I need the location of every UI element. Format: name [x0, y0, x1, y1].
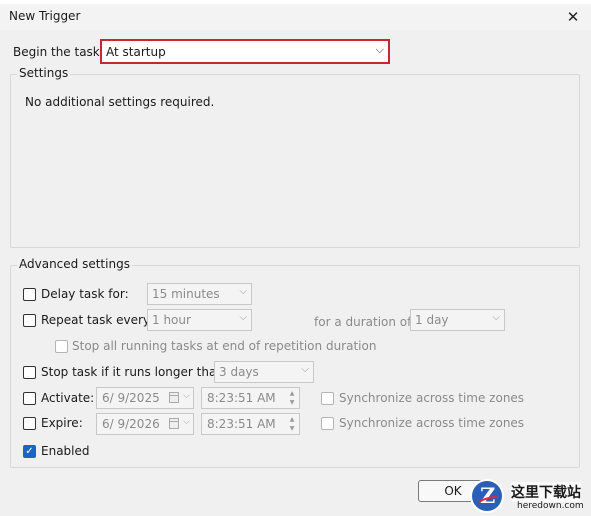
expire-checkbox[interactable]: [23, 417, 36, 430]
stop-all-checkbox[interactable]: [55, 340, 68, 353]
activate-sync-label: Synchronize across time zones: [339, 391, 525, 405]
activate-label: Activate:: [41, 391, 95, 405]
expire-date-picker[interactable]: 6/ 9/2026 ⌵: [96, 413, 194, 435]
delay-task-checkbox[interactable]: [23, 288, 36, 301]
close-icon[interactable]: ✕: [562, 7, 584, 27]
activate-date-picker[interactable]: 6/ 9/2025 ⌵: [96, 387, 194, 409]
delay-task-label: Delay task for:: [41, 287, 129, 301]
delay-task-select[interactable]: 15 minutes ⌵: [147, 283, 252, 305]
activate-sync-checkbox[interactable]: [321, 392, 334, 405]
stop-all-label: Stop all running tasks at end of repetit…: [72, 339, 377, 353]
watermark-logo-icon: Z: [472, 481, 502, 511]
activate-date-value: 6/ 9/2025: [102, 391, 160, 405]
chevron-down-icon: ⌵: [239, 312, 247, 323]
duration-select[interactable]: 1 day ⌵: [410, 309, 505, 331]
expire-time-value: 8:23:51 AM: [207, 417, 276, 431]
stop-if-longer-select[interactable]: 3 days ⌵: [214, 361, 314, 383]
calendar-icon: [169, 418, 179, 429]
expire-time-stepper[interactable]: 8:23:51 AM ▲ ▼: [201, 413, 300, 435]
expire-label: Expire:: [41, 416, 83, 430]
enabled-checkbox[interactable]: ✓: [23, 445, 36, 458]
repeat-task-select[interactable]: 1 hour ⌵: [147, 309, 252, 331]
duration-value: 1 day: [415, 313, 449, 327]
site-watermark: Z 这里下载站 heredown.com: [463, 478, 591, 516]
new-trigger-dialog: New Trigger ✕ Begin the task: At startup…: [0, 0, 591, 516]
calendar-icon: [169, 392, 179, 403]
begin-task-value: At startup: [106, 45, 166, 59]
chevron-down-icon: ⌵: [375, 43, 384, 56]
delay-task-value: 15 minutes: [152, 287, 220, 301]
chevron-down-icon: ⌵: [492, 312, 500, 323]
expire-sync-checkbox[interactable]: [321, 417, 334, 430]
stop-if-longer-value: 3 days: [219, 365, 259, 379]
activate-checkbox[interactable]: [23, 392, 36, 405]
watermark-logo-letter: Z: [480, 483, 496, 508]
begin-task-label: Begin the task:: [13, 45, 104, 59]
spin-down-icon[interactable]: ▼: [287, 398, 297, 407]
settings-legend: Settings: [17, 66, 71, 80]
expire-date-value: 6/ 9/2026: [102, 417, 160, 431]
repeat-task-label: Repeat task every:: [41, 313, 154, 327]
chevron-down-icon: ⌵: [183, 417, 190, 427]
spin-up-icon[interactable]: ▲: [287, 415, 297, 424]
window-title: New Trigger: [9, 9, 81, 23]
watermark-subtext: heredown.com: [517, 501, 584, 511]
settings-message: No additional settings required.: [25, 95, 215, 109]
spin-down-icon[interactable]: ▼: [287, 424, 297, 433]
repeat-task-checkbox[interactable]: [23, 314, 36, 327]
duration-label: for a duration of:: [314, 315, 415, 329]
checkmark-icon: ✓: [25, 446, 34, 457]
enabled-label: Enabled: [41, 444, 90, 458]
chevron-down-icon: ⌵: [301, 364, 309, 375]
advanced-settings-legend: Advanced settings: [17, 257, 132, 271]
activate-time-value: 8:23:51 AM: [207, 391, 276, 405]
chevron-down-icon: ⌵: [239, 286, 247, 297]
chevron-down-icon: ⌵: [183, 391, 190, 401]
activate-time-stepper[interactable]: 8:23:51 AM ▲ ▼: [201, 387, 300, 409]
repeat-task-value: 1 hour: [152, 313, 191, 327]
title-bar: New Trigger ✕: [0, 4, 591, 30]
stop-if-longer-label: Stop task if it runs longer than:: [41, 365, 228, 379]
watermark-text: 这里下载站: [511, 482, 581, 502]
stop-if-longer-checkbox[interactable]: [23, 366, 36, 379]
spin-up-icon[interactable]: ▲: [287, 389, 297, 398]
expire-sync-label: Synchronize across time zones: [339, 416, 525, 430]
begin-task-select[interactable]: At startup ⌵: [100, 39, 390, 64]
